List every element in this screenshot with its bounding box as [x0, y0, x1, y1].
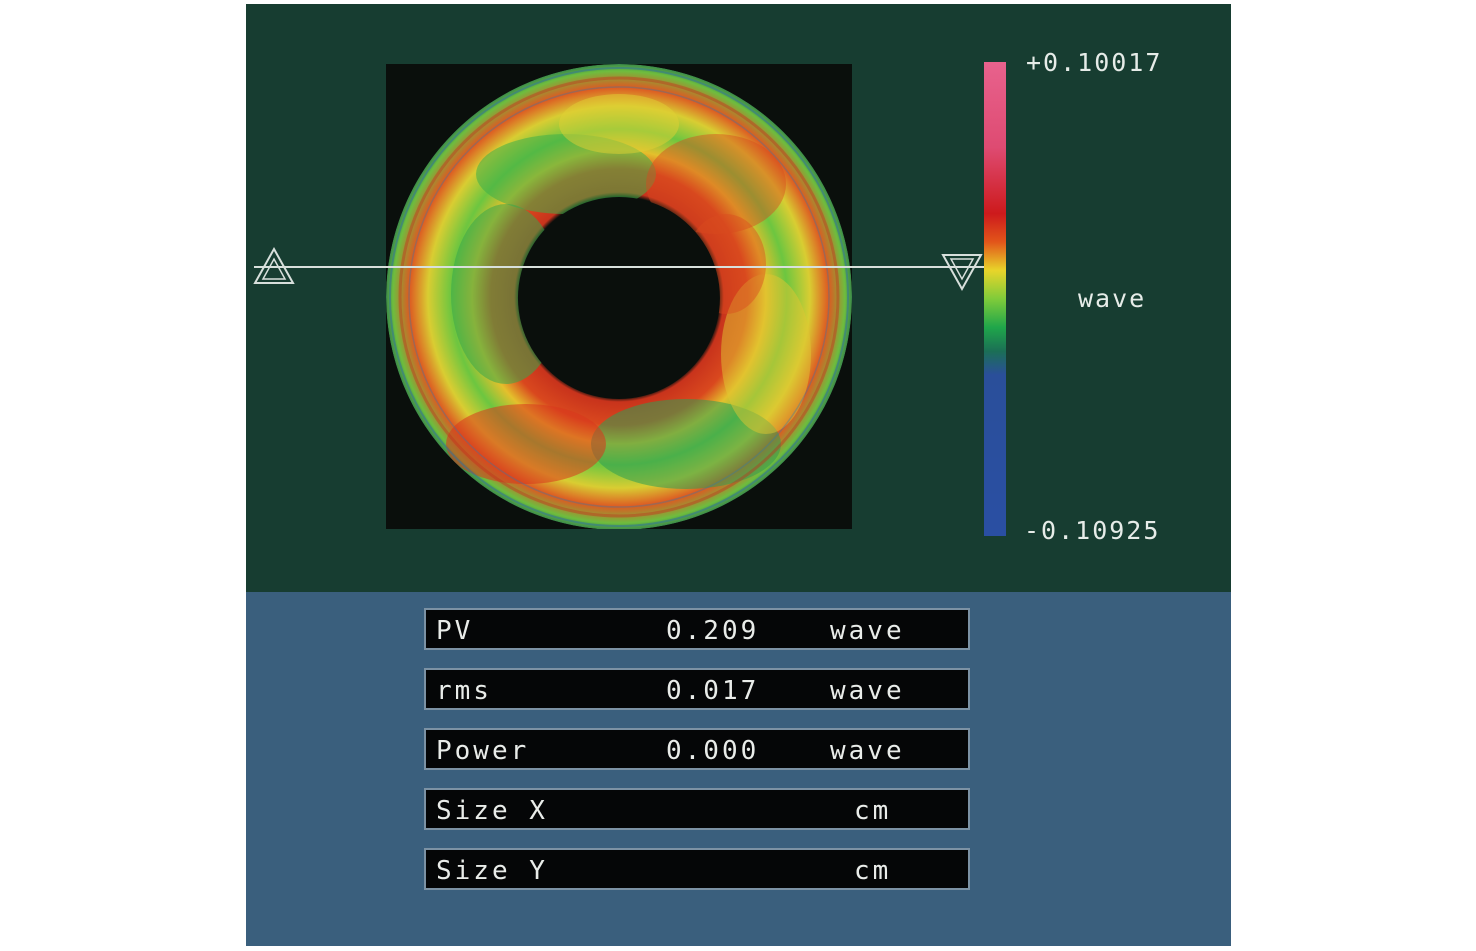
stat-label: Size Y [436, 856, 548, 886]
stat-label: Power [436, 736, 530, 766]
stat-unit: wave [830, 736, 905, 766]
surface-map[interactable] [386, 64, 852, 529]
interferometer-window: +0.10017 wave -0.10925 PV 0.209 wave rms… [246, 4, 1231, 946]
stat-value: 0.209 [666, 616, 760, 646]
stat-label: PV [436, 616, 474, 646]
surface-map-panel: +0.10017 wave -0.10925 [246, 4, 1231, 592]
stat-unit: cm [854, 796, 892, 826]
statistics-panel: PV 0.209 wave rms 0.017 wave Power 0.000… [246, 592, 1231, 946]
stat-label: rms [436, 676, 492, 706]
stat-unit: wave [830, 616, 905, 646]
color-scale-max: +0.10017 [1026, 48, 1163, 77]
stat-row-power: Power 0.000 wave [424, 728, 970, 770]
up-triangle-icon[interactable] [252, 246, 296, 286]
stat-row-pv: PV 0.209 wave [424, 608, 970, 650]
color-scale-bar [984, 62, 1006, 536]
stat-row-size-x: Size X cm [424, 788, 970, 830]
profile-cut-line[interactable] [254, 266, 984, 268]
stat-value: 0.000 [666, 736, 760, 766]
stat-value: 0.017 [666, 676, 760, 706]
down-triangle-icon[interactable] [940, 252, 984, 292]
stat-unit: wave [830, 676, 905, 706]
color-scale-unit: wave [1078, 284, 1147, 313]
stat-unit: cm [854, 856, 892, 886]
stat-row-size-y: Size Y cm [424, 848, 970, 890]
color-scale-min: -0.10925 [1024, 516, 1161, 545]
stat-label: Size X [436, 796, 548, 826]
stat-row-rms: rms 0.017 wave [424, 668, 970, 710]
wavefront-map-image [386, 64, 852, 529]
